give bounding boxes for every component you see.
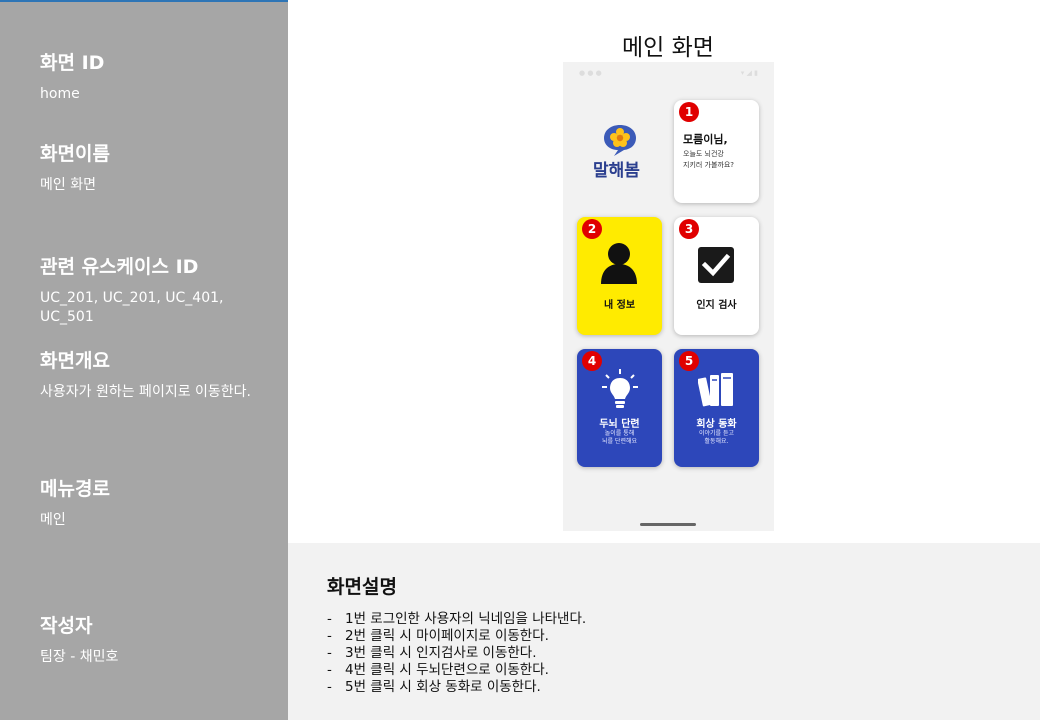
greeting-line-2: 지키러 가볼까요? bbox=[683, 161, 735, 169]
my-info-card[interactable]: 2 내 정보 bbox=[577, 217, 662, 335]
screen-id-section: 화면 ID home bbox=[40, 51, 255, 104]
checkbox-icon bbox=[698, 247, 734, 283]
author-section: 작성자 팀장 - 채민호 bbox=[40, 614, 255, 667]
description-item: -3번 클릭 시 인지검사로 이동한다. bbox=[327, 645, 537, 661]
my-info-label: 내 정보 bbox=[603, 300, 636, 311]
greeting-line-1: 오늘도 뇌건강 bbox=[683, 150, 724, 158]
overview-section: 화면개요 사용자가 원하는 페이지로 이동한다. bbox=[40, 349, 255, 402]
user-nickname: 모름이님, bbox=[683, 133, 728, 146]
app-logo: 말해봄 bbox=[593, 123, 647, 183]
menu-path-title: 메뉴경로 bbox=[40, 478, 110, 500]
lightbulb-icon bbox=[602, 369, 638, 408]
description-item: -5번 클릭 시 회상 동화로 이동한다. bbox=[327, 679, 541, 695]
usecase-title: 관련 유스케이스 ID bbox=[40, 256, 199, 278]
sidebar-top-accent bbox=[0, 0, 288, 2]
overview-title: 화면개요 bbox=[40, 350, 110, 372]
status-bar: ● ● ● ▾ ◢ ▮ bbox=[563, 62, 774, 84]
memory-story-label: 회상 동화 bbox=[696, 419, 737, 430]
brain-training-desc: 놀이를 통해 뇌를 단련해요 bbox=[577, 430, 662, 446]
usecase-section: 관련 유스케이스 ID UC_201, UC_201, UC_401, UC_5… bbox=[40, 255, 255, 327]
menu-path-section: 메뉴경로 메인 bbox=[40, 477, 255, 530]
screen-label: 메인 화면 bbox=[622, 35, 714, 61]
brain-training-label: 두뇌 단련 bbox=[599, 419, 640, 430]
brain-training-desc-2: 뇌를 단련해요 bbox=[601, 438, 638, 445]
books-icon bbox=[698, 373, 733, 407]
description-item: -4번 클릭 시 두뇌단련으로 이동한다. bbox=[327, 662, 549, 678]
screen-spec-page: 화면 ID home 화면이름 메인 화면 관련 유스케이스 ID UC_201… bbox=[0, 0, 1040, 720]
screen-id-title: 화면 ID bbox=[40, 52, 105, 74]
status-left-icons: ● ● ● bbox=[579, 69, 602, 77]
spec-sidebar: 화면 ID home 화면이름 메인 화면 관련 유스케이스 ID UC_201… bbox=[0, 0, 288, 720]
greeting-card: 1 모름이님, 오늘도 뇌건강 지키러 가볼까요? bbox=[674, 100, 759, 203]
author-title: 작성자 bbox=[40, 615, 93, 637]
logo-text: 말해봄 bbox=[593, 161, 640, 181]
overview-value: 사용자가 원하는 페이지로 이동한다. bbox=[40, 384, 251, 400]
screen-name-section: 화면이름 메인 화면 bbox=[40, 142, 255, 195]
cognitive-test-label: 인지 검사 bbox=[696, 300, 737, 311]
author-value: 팀장 - 채민호 bbox=[40, 649, 119, 665]
brain-training-desc-1: 놀이를 통해 bbox=[604, 430, 635, 437]
memory-story-card[interactable]: 5 회상 동화 이야기를 듣고 활동해요. bbox=[674, 349, 759, 467]
badge-1: 1 bbox=[679, 102, 699, 122]
badge-4: 4 bbox=[582, 351, 602, 371]
description-item: -1번 로그인한 사용자의 닉네임을 나타낸다. bbox=[327, 611, 587, 627]
memory-story-desc-1: 이야기를 듣고 bbox=[698, 430, 735, 437]
menu-path-value: 메인 bbox=[40, 512, 66, 528]
description-panel: 화면설명 -1번 로그인한 사용자의 닉네임을 나타낸다. -2번 클릭 시 마… bbox=[288, 543, 1040, 720]
memory-story-desc-2: 활동해요. bbox=[704, 438, 729, 445]
badge-2: 2 bbox=[582, 219, 602, 239]
greeting-subtext: 오늘도 뇌건강 지키러 가볼까요? bbox=[683, 149, 758, 171]
screen-name-value: 메인 화면 bbox=[40, 177, 96, 193]
brain-training-card[interactable]: 4 두뇌 단련 놀이를 통해 뇌를 단련해요 bbox=[577, 349, 662, 467]
description-item: -2번 클릭 시 마이페이지로 이동한다. bbox=[327, 628, 549, 644]
badge-5: 5 bbox=[679, 351, 699, 371]
badge-3: 3 bbox=[679, 219, 699, 239]
person-icon bbox=[601, 243, 637, 284]
screen-name-title: 화면이름 bbox=[40, 143, 110, 165]
memory-story-desc: 이야기를 듣고 활동해요. bbox=[674, 430, 759, 446]
home-indicator bbox=[640, 523, 696, 526]
usecase-value: UC_201, UC_201, UC_401, UC_501 bbox=[40, 290, 224, 325]
flower-bubble-icon bbox=[604, 125, 636, 156]
screen-id-value: home bbox=[40, 86, 80, 102]
status-right-icons: ▾ ◢ ▮ bbox=[740, 69, 758, 77]
phone-mockup: ● ● ● ▾ ◢ ▮ 말해봄 1 모름이님, 오늘도 뇌건강 지키러 가볼까요… bbox=[563, 62, 774, 531]
mockup-area: 메인 화면 ● ● ● ▾ ◢ ▮ 말해봄 1 모름이님, 오늘도 뇌건강 지키… bbox=[288, 0, 1040, 543]
description-list: -1번 로그인한 사용자의 닉네임을 나타낸다. -2번 클릭 시 마이페이지로… bbox=[327, 611, 586, 696]
description-title: 화면설명 bbox=[327, 576, 397, 598]
cognitive-test-card[interactable]: 3 인지 검사 bbox=[674, 217, 759, 335]
